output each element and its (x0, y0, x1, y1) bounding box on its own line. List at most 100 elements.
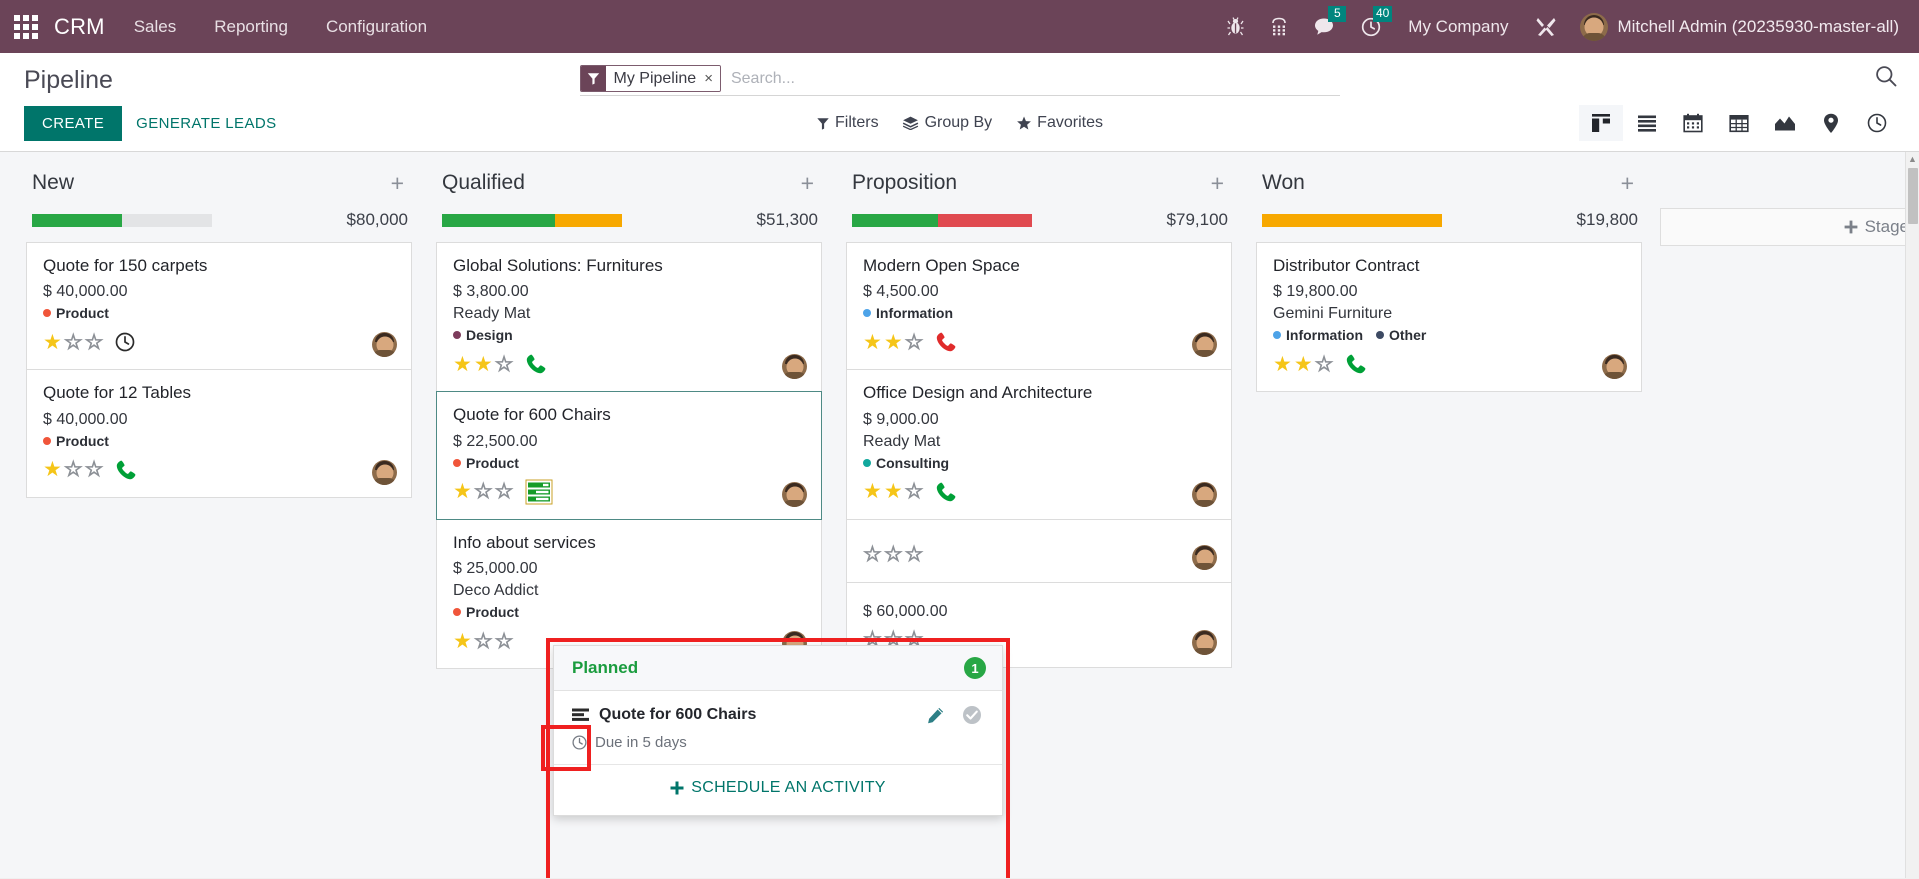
kanban-card[interactable]: Distributor Contract $ 19,800.00 Gemini Fu… (1256, 242, 1642, 393)
map-view-button[interactable] (1809, 105, 1853, 141)
dialpad-button[interactable] (1257, 0, 1301, 53)
priority-star[interactable]: ★ (43, 459, 62, 480)
kanban-card[interactable]: ☆ ☆ ☆ (846, 518, 1232, 582)
mark-done-button[interactable] (958, 705, 986, 725)
avatar[interactable] (782, 354, 807, 380)
priority-stars[interactable]: ★ ☆ ☆ (453, 630, 514, 652)
messages-button[interactable]: 5 (1301, 0, 1348, 53)
progress-bar[interactable] (1262, 213, 1442, 227)
kanban-card[interactable]: Office Design and Architecture $ 9,000.00… (846, 369, 1232, 519)
priority-star[interactable]: ★ (43, 332, 62, 353)
priority-star[interactable]: ☆ (494, 630, 514, 652)
add-card-button[interactable]: + (797, 171, 818, 195)
priority-stars[interactable]: ★ ★ ☆ (863, 331, 924, 353)
add-card-button[interactable]: + (387, 171, 408, 195)
priority-star[interactable]: ☆ (84, 331, 104, 353)
debug-menu-button[interactable] (1214, 0, 1257, 53)
priority-star[interactable]: ☆ (494, 481, 514, 503)
progress-bar[interactable] (852, 213, 1032, 227)
priority-star[interactable]: ★ (1273, 354, 1292, 375)
avatar[interactable] (1192, 544, 1217, 570)
priority-stars[interactable]: ★ ☆ ☆ (43, 331, 104, 353)
priority-star[interactable]: ☆ (63, 331, 83, 353)
list-view-button[interactable] (1625, 105, 1669, 141)
avatar[interactable] (1192, 332, 1217, 358)
vertical-scrollbar[interactable]: ▲ (1905, 152, 1919, 878)
generate-leads-button[interactable]: GENERATE LEADS (122, 106, 290, 141)
progress-segment[interactable] (122, 213, 212, 227)
priority-star[interactable]: ★ (453, 354, 472, 375)
edit-activity-button[interactable] (923, 707, 948, 724)
app-brand-crm[interactable]: CRM (52, 14, 115, 40)
kanban-card[interactable]: Quote for 600 Chairs $ 22,500.00 Product ★ ☆… (436, 391, 822, 520)
priority-star[interactable]: ★ (884, 332, 903, 353)
search-toggle-button[interactable] (1875, 65, 1897, 92)
menu-reporting[interactable]: Reporting (195, 0, 307, 53)
priority-star[interactable]: ★ (453, 481, 472, 502)
card-activity-button[interactable] (935, 331, 957, 353)
priority-stars[interactable]: ★ ☆ ☆ (43, 459, 104, 481)
close-icon[interactable]: × (702, 66, 720, 91)
pivot-view-button[interactable] (1717, 105, 1761, 141)
priority-star[interactable]: ☆ (904, 544, 924, 566)
priority-star[interactable]: ☆ (883, 544, 903, 566)
priority-stars[interactable]: ☆ ☆ ☆ (863, 544, 924, 566)
avatar[interactable] (782, 481, 807, 507)
calendar-view-button[interactable] (1671, 105, 1715, 141)
priority-star[interactable]: ☆ (63, 459, 83, 481)
avatar[interactable] (372, 332, 397, 358)
priority-stars[interactable]: ★ ★ ☆ (453, 353, 514, 375)
priority-star[interactable]: ☆ (473, 481, 493, 503)
menu-configuration[interactable]: Configuration (307, 0, 446, 53)
priority-star[interactable]: ☆ (1314, 353, 1334, 375)
avatar[interactable] (1192, 629, 1217, 655)
avatar[interactable] (1192, 481, 1217, 507)
priority-star[interactable]: ★ (474, 354, 493, 375)
scrollbar-thumb[interactable] (1908, 168, 1918, 224)
priority-star[interactable]: ☆ (84, 459, 104, 481)
card-activity-button[interactable] (115, 332, 135, 352)
add-stage-button[interactable]: Stage (1660, 208, 1919, 246)
priority-star[interactable]: ☆ (863, 544, 883, 566)
priority-star[interactable]: ☆ (494, 353, 514, 375)
priority-star[interactable]: ★ (863, 332, 882, 353)
card-activity-button[interactable] (115, 459, 137, 481)
menu-sales[interactable]: Sales (115, 0, 196, 53)
avatar[interactable] (372, 459, 397, 485)
priority-stars[interactable]: ★ ☆ ☆ (453, 481, 514, 503)
card-activity-button[interactable] (1345, 353, 1367, 375)
priority-star[interactable]: ★ (884, 481, 903, 502)
card-activity-button[interactable] (935, 481, 957, 503)
priority-star[interactable]: ☆ (904, 481, 924, 503)
filters-dropdown[interactable]: Filters (816, 114, 879, 132)
progress-bar[interactable] (442, 213, 622, 227)
add-card-button[interactable]: + (1207, 171, 1228, 195)
kanban-card[interactable]: Modern Open Space $ 4,500.00 Information ★ ★… (846, 242, 1232, 370)
priority-star[interactable]: ★ (1294, 354, 1313, 375)
search-facet-my-pipeline[interactable]: My Pipeline × (579, 65, 721, 92)
progress-segment[interactable] (1262, 213, 1442, 227)
card-activity-button[interactable] (525, 479, 553, 505)
search-input[interactable] (720, 65, 1340, 92)
priority-star[interactable]: ★ (863, 481, 882, 502)
card-activity-button[interactable] (525, 353, 547, 375)
create-button[interactable]: CREATE (24, 105, 123, 141)
favorites-dropdown[interactable]: Favorites (1016, 114, 1103, 132)
avatar[interactable] (1602, 354, 1627, 380)
tools-button[interactable] (1522, 0, 1570, 53)
group-by-dropdown[interactable]: Group By (902, 114, 992, 132)
scroll-up-arrow[interactable]: ▲ (1906, 152, 1919, 166)
apps-menu-button[interactable] (0, 0, 52, 53)
add-card-button[interactable]: + (1617, 171, 1638, 195)
priority-star[interactable]: ☆ (904, 331, 924, 353)
progress-segment[interactable] (32, 213, 122, 227)
user-menu[interactable]: Mitchell Admin (20235930-master-all) (1570, 12, 1905, 41)
kanban-card[interactable]: Quote for 150 carpets $ 40,000.00 Product ★… (26, 242, 412, 370)
schedule-activity-button[interactable]: SCHEDULE AN ACTIVITY (670, 779, 886, 797)
priority-stars[interactable]: ★ ★ ☆ (1273, 353, 1334, 375)
progress-segment[interactable] (938, 213, 1032, 227)
kanban-view-button[interactable] (1579, 105, 1623, 141)
kanban-card[interactable]: Quote for 12 Tables $ 40,000.00 Product ★ ☆ ☆ (26, 369, 412, 498)
activities-button[interactable]: 40 (1348, 0, 1394, 53)
graph-view-button[interactable] (1763, 105, 1807, 141)
